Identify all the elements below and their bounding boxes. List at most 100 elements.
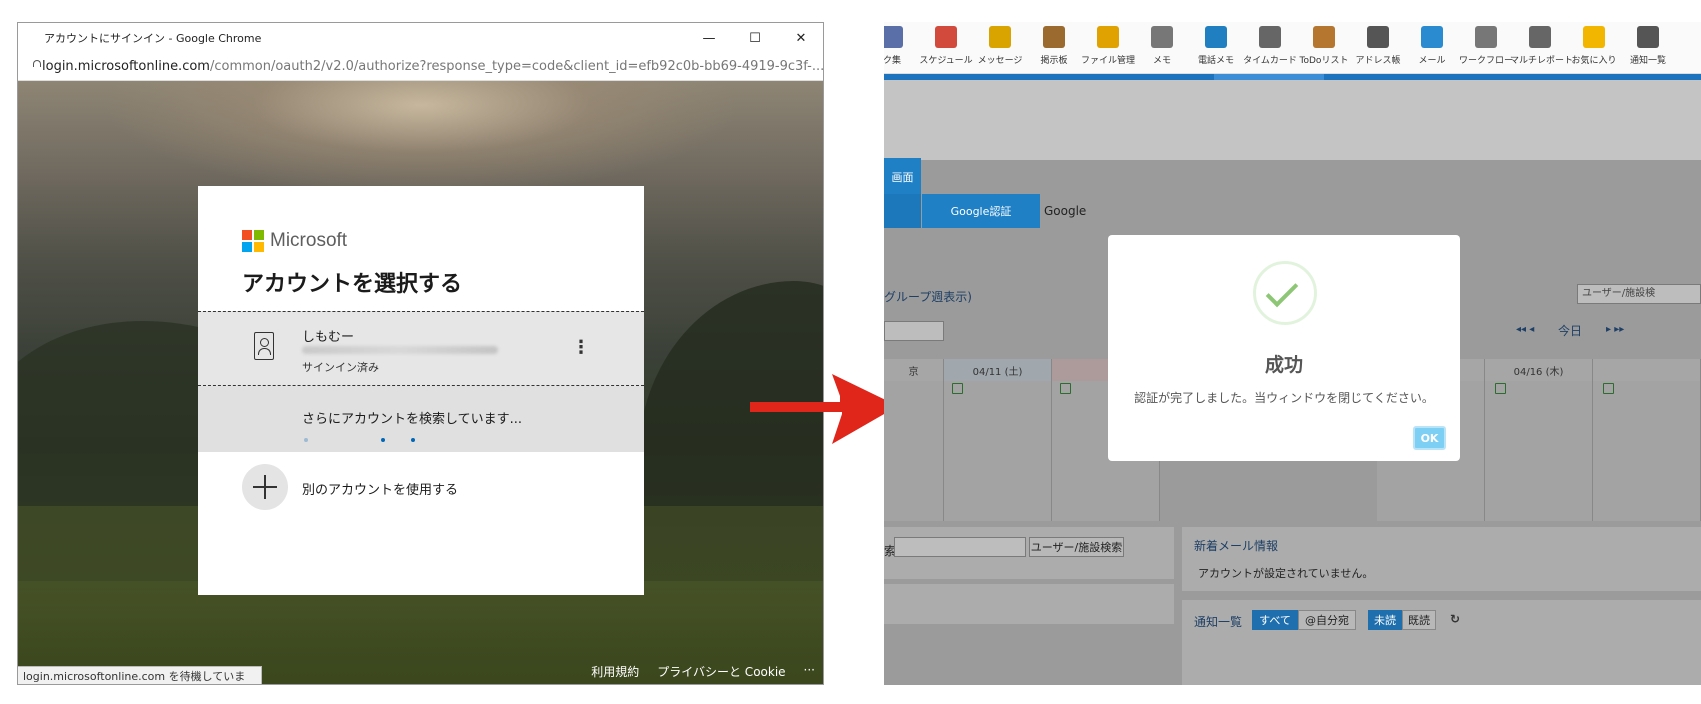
title-bar: アカウントにサインイン - Google Chrome — ☐ ✕: [18, 23, 823, 53]
phone-icon: [1205, 26, 1227, 48]
mail-icon: [1421, 26, 1443, 48]
nav-item-calendar[interactable]: スケジュール: [916, 26, 976, 66]
google-auth-button[interactable]: Google認証: [922, 194, 1040, 228]
nav-item-label: 掲示板: [1040, 56, 1068, 66]
google-label: Google: [1044, 204, 1087, 218]
nav-item-label: メモ: [1152, 56, 1171, 66]
user-search-input[interactable]: ユーザー/施設検: [1577, 284, 1701, 304]
signin-page: Microsoft アカウントを選択する しもむー サインイン済み ⋮ さらにア…: [18, 81, 823, 684]
nav-item-workflow[interactable]: ワークフロー: [1456, 26, 1516, 66]
nav-item-label: ファイル管理: [1080, 56, 1135, 66]
account-email-blurred: [302, 346, 498, 354]
nav-item-file[interactable]: ファイル管理: [1078, 26, 1138, 66]
address-icon: [1367, 26, 1389, 48]
message-icon: [989, 26, 1011, 48]
memo-icon: [1151, 26, 1173, 48]
nav-item-notify[interactable]: 通知一覧: [1618, 26, 1678, 66]
nav-item-star[interactable]: お気に入り: [1564, 26, 1624, 66]
timecard-icon: [1259, 26, 1281, 48]
progress-dot: [381, 438, 385, 442]
footer-links: 利用規約 プライバシーと Cookie ···: [591, 663, 815, 680]
new-mail-title: 新着メール情報: [1194, 539, 1279, 553]
calendar-cell[interactable]: [1485, 381, 1593, 521]
searching-text: さらにアカウントを検索しています...: [302, 412, 523, 427]
group-select[interactable]: [884, 321, 944, 341]
privacy-link[interactable]: プライバシーと Cookie: [657, 663, 785, 680]
maximize-button[interactable]: ☐: [732, 23, 778, 53]
nav-item-report[interactable]: マルチレポート: [1510, 26, 1574, 66]
filter-unread[interactable]: 未読: [1368, 610, 1402, 630]
calendar-cell[interactable]: [944, 381, 1052, 521]
work-account-icon: [254, 332, 274, 360]
top-navigation: ク集 スケジュール メッセージ 掲示板 ファイル管理 メモ 電話メモ タイムカード ToDoリス…: [884, 22, 1701, 74]
header-area: [884, 80, 1701, 160]
link-icon: [884, 26, 903, 48]
next-nav[interactable]: ▸ ▸▸: [1606, 324, 1624, 335]
minimize-button[interactable]: —: [686, 23, 732, 53]
account-status: サインイン済み: [302, 361, 379, 374]
microsoft-logo-icon: [242, 230, 264, 252]
edit-icon[interactable]: [1060, 383, 1071, 394]
nav-item-label: スケジュール: [919, 56, 973, 66]
calendar-header-cell: 京: [884, 359, 944, 381]
new-mail-message: アカウントが設定されていません。: [1198, 567, 1374, 580]
url-path: /common/oauth2/v2.0/authorize?response_t…: [209, 59, 824, 74]
progress-dot: [304, 438, 308, 442]
today-button[interactable]: 今日: [1558, 322, 1582, 339]
nav-item-bulletin[interactable]: 掲示板: [1024, 26, 1084, 66]
nav-item-memo[interactable]: メモ: [1132, 26, 1192, 66]
pick-account-heading: アカウントを選択する: [242, 272, 463, 297]
main-screen-button[interactable]: 画面: [884, 158, 921, 196]
nav-item-label: アドレス帳: [1355, 56, 1401, 66]
progress-dot: [411, 438, 415, 442]
address-bar[interactable]: login.microsoftonline.com /common/oauth2…: [18, 53, 823, 81]
search-input[interactable]: [894, 537, 1026, 557]
calendar-cell: [884, 381, 944, 521]
nav-item-todo[interactable]: ToDoリスト: [1294, 26, 1354, 66]
window-title: アカウントにサインイン - Google Chrome: [44, 32, 262, 45]
bulletin-icon: [1043, 26, 1065, 48]
nav-item-timecard[interactable]: タイムカード: [1240, 26, 1300, 66]
more-options-icon[interactable]: ⋮: [572, 336, 590, 360]
tab-button[interactable]: [884, 194, 921, 228]
filter-mine[interactable]: @自分宛: [1298, 610, 1356, 630]
user-search-button[interactable]: ユーザー/施設検索: [1029, 537, 1124, 557]
calendar-header-cell: 04/16 (木): [1485, 359, 1593, 381]
use-another-account[interactable]: 別のアカウントを使用する: [198, 452, 644, 522]
nav-item-label: お気に入り: [1571, 56, 1617, 66]
prev-nav[interactable]: ◂◂ ◂: [1516, 324, 1534, 335]
close-button[interactable]: ✕: [778, 23, 823, 53]
nav-item-label: 電話メモ: [1197, 56, 1234, 66]
account-tile[interactable]: しもむー サインイン済み ⋮: [198, 311, 644, 386]
nav-item-label: メッセージ: [977, 56, 1023, 66]
workflow-icon: [1475, 26, 1497, 48]
calendar-cell[interactable]: [1593, 381, 1701, 521]
filter-read[interactable]: 既読: [1402, 610, 1436, 630]
nav-item-address[interactable]: アドレス帳: [1348, 26, 1408, 66]
nav-item-message[interactable]: メッセージ: [970, 26, 1030, 66]
filter-all[interactable]: すべて: [1252, 610, 1298, 630]
terms-link[interactable]: 利用規約: [591, 663, 639, 680]
microsoft-logo: Microsoft: [242, 230, 347, 252]
calendar-icon: [935, 26, 957, 48]
searching-accounts-row: さらにアカウントを検索しています...: [198, 386, 644, 452]
transition-arrow-icon: [750, 374, 898, 444]
refresh-icon[interactable]: ↻: [1450, 612, 1460, 626]
nav-item-mail[interactable]: メール: [1402, 26, 1462, 66]
nav-item-label: マルチレポート: [1510, 56, 1574, 66]
screenshot-composite: アカウントにサインイン - Google Chrome — ☐ ✕ login.…: [0, 0, 1701, 704]
edit-icon[interactable]: [952, 383, 963, 394]
edit-icon[interactable]: [1603, 383, 1614, 394]
nav-item-phone[interactable]: 電話メモ: [1186, 26, 1246, 66]
group-week-link[interactable]: グループ週表示): [884, 288, 972, 305]
nav-item-label: メール: [1418, 56, 1446, 66]
url-host: login.microsoftonline.com: [42, 59, 210, 74]
account-name: しもむー: [302, 330, 355, 345]
success-dialog: 成功 認証が完了しました。当ウィンドウを閉じてください。 OK: [1108, 235, 1460, 461]
todo-icon: [1313, 26, 1335, 48]
ok-button[interactable]: OK: [1413, 426, 1446, 450]
edit-icon[interactable]: [1495, 383, 1506, 394]
calendar-header-cell: 04/11 (土): [944, 359, 1052, 381]
more-link[interactable]: ···: [804, 663, 815, 680]
dialog-message: 認証が完了しました。当ウィンドウを閉じてください。: [1134, 391, 1434, 405]
